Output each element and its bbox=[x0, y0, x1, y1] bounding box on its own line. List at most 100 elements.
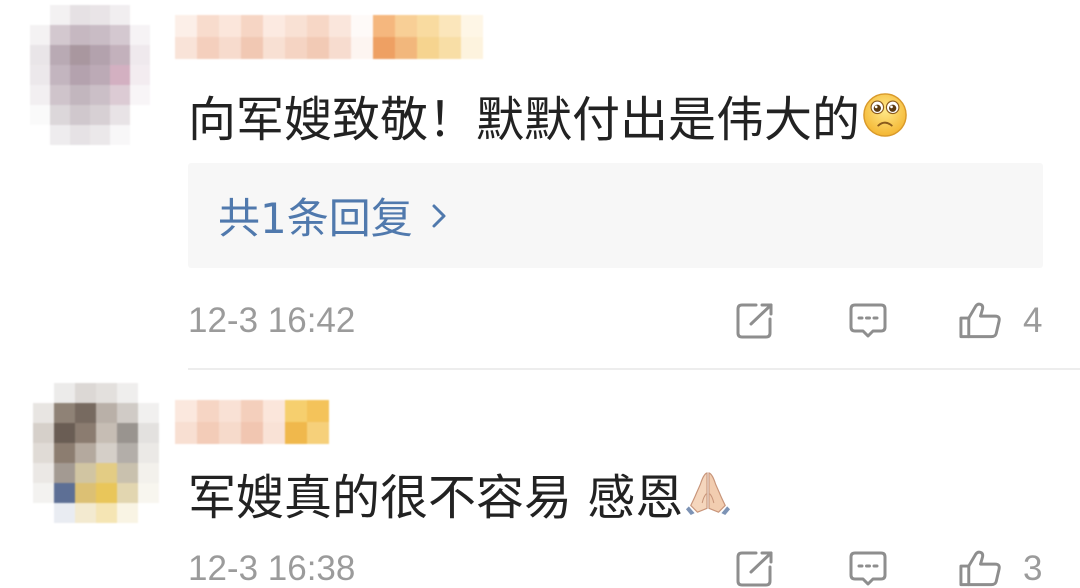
mosaic-tile bbox=[395, 15, 417, 37]
mosaic-tile bbox=[263, 15, 285, 37]
mosaic-tile bbox=[90, 25, 110, 45]
mosaic-tile bbox=[285, 400, 307, 422]
comment-text[interactable]: 向军嫂致敬！默默付出是伟大的 bbox=[188, 85, 908, 148]
mosaic-tile bbox=[110, 125, 130, 145]
mosaic-tile bbox=[96, 423, 117, 443]
mosaic-tile bbox=[130, 85, 150, 105]
mosaic-tile bbox=[138, 423, 159, 443]
mosaic-tile bbox=[285, 37, 307, 59]
comment-item: 向军嫂致敬！默默付出是伟大的 共1条回复 12-3 16:42 4 bbox=[0, 0, 1080, 370]
username[interactable] bbox=[175, 400, 329, 444]
reply-button[interactable] bbox=[848, 550, 888, 588]
mosaic-tile bbox=[197, 422, 219, 444]
mosaic-tile bbox=[70, 105, 90, 125]
mosaic-tile bbox=[439, 37, 461, 59]
mosaic-tile bbox=[417, 37, 439, 59]
mosaic-tile bbox=[307, 422, 329, 444]
mosaic-tile bbox=[130, 45, 150, 65]
comment-text[interactable]: 军嫂真的很不容易 感恩 bbox=[188, 463, 731, 526]
mosaic-tile bbox=[33, 503, 54, 523]
mosaic-tile bbox=[75, 443, 96, 463]
mosaic-tile bbox=[33, 423, 54, 443]
comment-body: 军嫂真的很不容易 感恩 bbox=[188, 470, 684, 526]
avatar[interactable] bbox=[30, 5, 150, 145]
mosaic-tile bbox=[90, 85, 110, 105]
comment-icon bbox=[849, 551, 887, 586]
mosaic-tile bbox=[54, 403, 75, 423]
mosaic-tile bbox=[70, 85, 90, 105]
like-button[interactable]: 4 bbox=[958, 302, 1042, 340]
mosaic-tile bbox=[33, 383, 54, 403]
mosaic-tile bbox=[75, 503, 96, 523]
folded-hands-emoji-icon bbox=[686, 472, 731, 516]
mosaic-tile bbox=[175, 37, 197, 59]
mosaic-tile bbox=[285, 422, 307, 444]
view-replies-button[interactable]: 共1条回复 bbox=[188, 163, 1043, 268]
mosaic-tile bbox=[50, 125, 70, 145]
mosaic-tile bbox=[138, 443, 159, 463]
mosaic-tile bbox=[110, 105, 130, 125]
mosaic-tile bbox=[263, 422, 285, 444]
mosaic-tile bbox=[70, 125, 90, 145]
mosaic-tile bbox=[417, 15, 439, 37]
timestamp: 12-3 16:42 bbox=[188, 301, 356, 340]
mosaic-tile bbox=[96, 383, 117, 403]
mosaic-tile bbox=[30, 125, 50, 145]
mosaic-tile bbox=[70, 65, 90, 85]
mosaic-tile bbox=[138, 383, 159, 403]
mosaic-tile bbox=[307, 37, 329, 59]
mosaic-tile bbox=[33, 443, 54, 463]
like-icon bbox=[959, 302, 1001, 339]
divider bbox=[188, 368, 1080, 370]
mosaic-tile bbox=[75, 463, 96, 483]
mosaic-tile bbox=[96, 443, 117, 463]
mosaic-tile bbox=[130, 105, 150, 125]
mosaic-tile bbox=[117, 423, 138, 443]
mosaic-tile bbox=[351, 15, 373, 37]
mosaic-tile bbox=[90, 65, 110, 85]
username[interactable] bbox=[175, 15, 483, 59]
mosaic-tile bbox=[263, 400, 285, 422]
mosaic-tile bbox=[395, 37, 417, 59]
mosaic-tile bbox=[33, 483, 54, 503]
mosaic-tile bbox=[50, 65, 70, 85]
mosaic-tile bbox=[110, 85, 130, 105]
mosaic-tile bbox=[117, 383, 138, 403]
reply-button[interactable] bbox=[848, 302, 888, 340]
mosaic-tile bbox=[96, 403, 117, 423]
chevron-right-icon bbox=[432, 204, 446, 227]
mosaic-tile bbox=[54, 483, 75, 503]
mosaic-tile bbox=[110, 5, 130, 25]
mosaic-tile bbox=[117, 403, 138, 423]
like-button[interactable]: 3 bbox=[958, 550, 1042, 588]
mosaic-tile bbox=[30, 105, 50, 125]
mosaic-tile bbox=[117, 483, 138, 503]
mosaic-tile bbox=[50, 85, 70, 105]
mosaic-tile bbox=[117, 443, 138, 463]
share-button[interactable] bbox=[735, 550, 775, 588]
share-button[interactable] bbox=[735, 302, 775, 340]
mosaic-tile bbox=[70, 25, 90, 45]
share-icon bbox=[736, 303, 773, 339]
mosaic-tile bbox=[461, 37, 483, 59]
mosaic-tile bbox=[175, 422, 197, 444]
comment-body: 向军嫂致敬！默默付出是伟大的 bbox=[188, 92, 861, 148]
mosaic-tile bbox=[285, 15, 307, 37]
replies-count-label: 共1条回复 bbox=[218, 194, 413, 243]
mosaic-tile bbox=[33, 403, 54, 423]
comment-icon bbox=[849, 303, 887, 338]
mosaic-tile bbox=[50, 105, 70, 125]
mosaic-tile bbox=[110, 25, 130, 45]
mosaic-tile bbox=[175, 15, 197, 37]
mosaic-tile bbox=[50, 5, 70, 25]
mosaic-tile bbox=[241, 15, 263, 37]
mosaic-tile bbox=[241, 37, 263, 59]
mosaic-tile bbox=[307, 400, 329, 422]
mosaic-tile bbox=[75, 403, 96, 423]
mosaic-tile bbox=[219, 15, 241, 37]
avatar[interactable] bbox=[33, 383, 159, 523]
mosaic-tile bbox=[351, 37, 373, 59]
mosaic-tile bbox=[110, 45, 130, 65]
mosaic-tile bbox=[130, 25, 150, 45]
mosaic-tile bbox=[90, 45, 110, 65]
